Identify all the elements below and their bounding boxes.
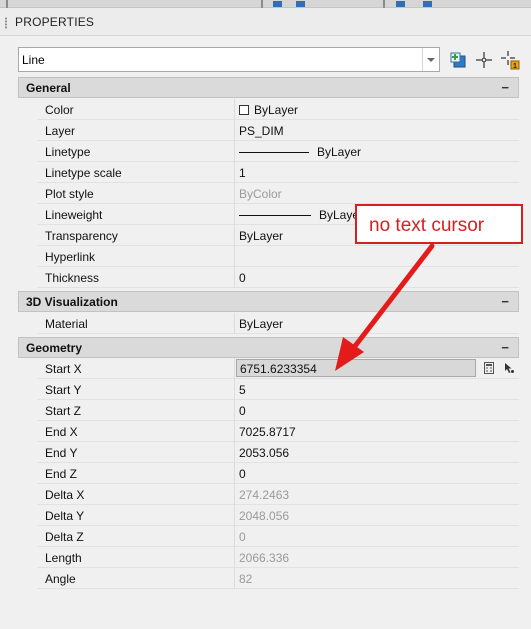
calculator-icon[interactable] xyxy=(484,362,494,377)
property-label: Start Z xyxy=(45,404,82,418)
property-row-delta-x: Delta X 274.2463 xyxy=(37,484,519,505)
property-label: Delta Z xyxy=(45,530,84,544)
section-general[interactable]: General − xyxy=(18,77,519,98)
property-label: End Z xyxy=(45,467,78,481)
property-value: ByLayer xyxy=(317,145,362,159)
callout-text: no text cursor xyxy=(369,215,485,236)
property-label: Linetype scale xyxy=(45,166,122,180)
property-row-start-y[interactable]: Start Y 5 xyxy=(37,379,519,400)
property-row-length: Length 2066.336 xyxy=(37,547,519,568)
section-title: General xyxy=(26,81,71,95)
property-label: Start Y xyxy=(45,383,82,397)
property-label: Angle xyxy=(45,572,76,586)
property-label: End X xyxy=(45,425,78,439)
property-label: Hyperlink xyxy=(45,250,96,264)
property-value: 2053.056 xyxy=(239,446,290,460)
property-value: 0 xyxy=(239,271,246,285)
collapse-icon[interactable]: − xyxy=(501,294,509,309)
toolbar-separator xyxy=(261,0,263,8)
palette-title: PROPERTIES xyxy=(15,15,95,29)
property-row-angle: Angle 82 xyxy=(37,568,519,589)
color-swatch-icon xyxy=(239,105,249,115)
lineweight-preview-icon xyxy=(239,215,311,216)
select-objects-icon[interactable] xyxy=(473,49,495,71)
property-row-start-z[interactable]: Start Z 0 xyxy=(37,400,519,421)
section-3d-visualization[interactable]: 3D Visualization − xyxy=(18,291,519,312)
property-value: 2066.336 xyxy=(239,551,290,565)
section-title: 3D Visualization xyxy=(26,295,118,309)
property-value: ByColor xyxy=(239,187,282,201)
property-label: Delta X xyxy=(45,488,85,502)
grip-icon[interactable] xyxy=(4,17,8,29)
property-value: 0 xyxy=(239,530,246,544)
property-label: Thickness xyxy=(45,271,100,285)
object-type-dropdown[interactable]: Line xyxy=(18,47,440,72)
property-value: 274.2463 xyxy=(239,488,290,502)
property-row-end-x[interactable]: End X 7025.8717 xyxy=(37,421,519,442)
object-type-value: Line xyxy=(22,53,45,67)
property-label: Layer xyxy=(45,124,76,138)
property-value: ByLayer xyxy=(239,317,284,331)
annotation-callout: no text cursor xyxy=(355,204,523,244)
property-row-layer[interactable]: Layer PS_DIM xyxy=(37,120,519,141)
property-value: 6751.6233354 xyxy=(240,362,317,376)
property-value: 7025.8717 xyxy=(239,425,296,439)
property-value: 82 xyxy=(239,572,253,586)
svg-text:1: 1 xyxy=(513,63,517,70)
property-label: Length xyxy=(45,551,82,565)
property-label: Start X xyxy=(45,362,82,376)
collapse-icon[interactable]: − xyxy=(501,340,509,355)
property-label: Material xyxy=(45,317,88,331)
property-row-end-y[interactable]: End Y 2053.056 xyxy=(37,442,519,463)
property-row-end-z[interactable]: End Z 0 xyxy=(37,463,519,484)
property-row-hyperlink[interactable]: Hyperlink xyxy=(37,246,519,267)
collapse-icon[interactable]: − xyxy=(501,80,509,95)
toolbar-icon[interactable] xyxy=(396,1,405,7)
palette-header[interactable]: PROPERTIES xyxy=(0,8,531,36)
property-row-thickness[interactable]: Thickness 0 xyxy=(37,267,519,288)
property-row-material[interactable]: Material ByLayer xyxy=(37,313,519,334)
toolbar-separator xyxy=(6,0,8,8)
pick-point-icon[interactable] xyxy=(503,362,515,377)
toolbar-icon[interactable] xyxy=(423,1,432,7)
toolbar-separator xyxy=(383,0,385,8)
property-value: ByLayer xyxy=(254,103,299,117)
start-x-input[interactable]: 6751.6233354 xyxy=(236,359,476,377)
property-row-delta-z: Delta Z 0 xyxy=(37,526,519,547)
property-label: Delta Y xyxy=(45,509,85,523)
property-value: 0 xyxy=(239,404,246,418)
property-value: 5 xyxy=(239,383,246,397)
property-value: 1 xyxy=(239,166,246,180)
property-row-linetype[interactable]: Linetype ByLayer xyxy=(37,141,519,162)
property-row-linetype-scale[interactable]: Linetype scale 1 xyxy=(37,162,519,183)
property-label: Transparency xyxy=(45,229,118,243)
section-geometry[interactable]: Geometry − xyxy=(18,337,519,358)
property-value: 2048.056 xyxy=(239,509,290,523)
top-docked-toolbar-strip xyxy=(0,0,531,8)
property-label: End Y xyxy=(45,446,78,460)
property-label: Color xyxy=(45,103,74,117)
property-row-color[interactable]: Color ByLayer xyxy=(37,99,519,120)
property-label: Lineweight xyxy=(45,208,103,222)
toolbar-icon[interactable] xyxy=(273,1,282,7)
property-value: PS_DIM xyxy=(239,124,284,138)
property-row-plot-style[interactable]: Plot style ByColor xyxy=(37,183,519,204)
property-value: 0 xyxy=(239,467,246,481)
property-value: ByLayer xyxy=(239,229,284,243)
linetype-preview-icon xyxy=(239,152,309,153)
section-title: Geometry xyxy=(26,341,83,355)
property-row-start-x[interactable]: Start X 6751.6233354 xyxy=(37,358,519,379)
toolbar-icon[interactable] xyxy=(296,1,305,7)
property-label: Linetype xyxy=(45,145,91,159)
property-row-delta-y: Delta Y 2048.056 xyxy=(37,505,519,526)
chevron-down-icon[interactable] xyxy=(422,48,439,71)
quick-select-icon[interactable] xyxy=(447,49,469,71)
toggle-pickadd-icon[interactable]: 1 xyxy=(499,49,521,71)
property-label: Plot style xyxy=(45,187,94,201)
